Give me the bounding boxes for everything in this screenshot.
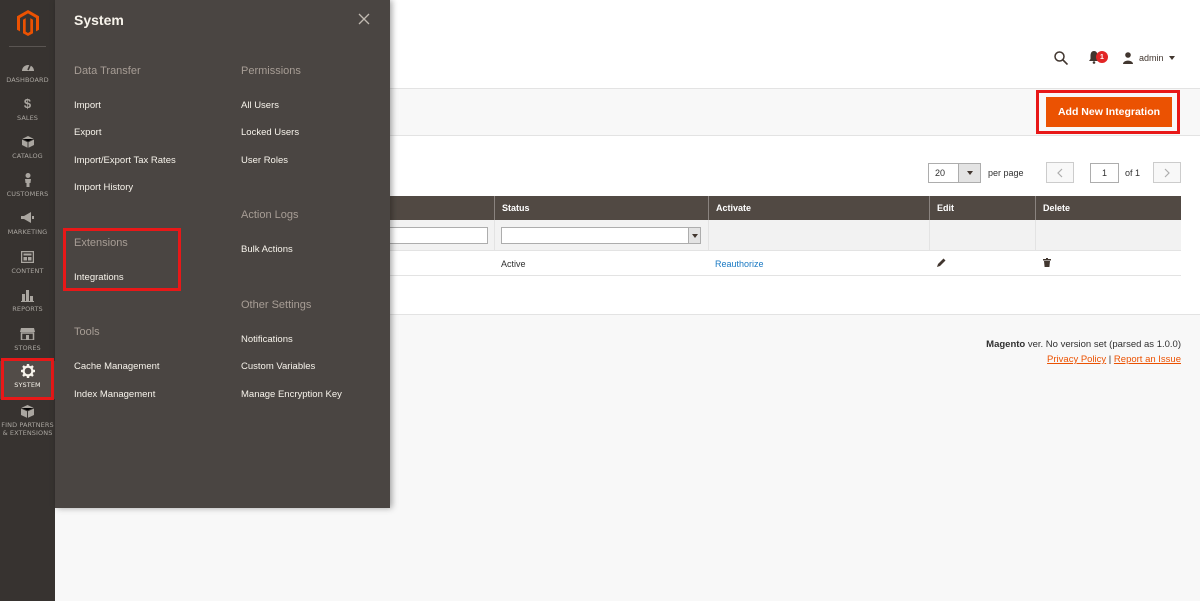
per-page-label: per page [988,168,1024,178]
person-icon [20,173,36,187]
add-new-integration-button[interactable]: Add New Integration [1046,97,1172,127]
user-icon [1123,52,1133,64]
group-title-permissions: Permissions [241,65,301,77]
chevron-right-icon [1164,168,1170,177]
store-icon [20,327,36,341]
user-account-menu[interactable]: admin [1122,50,1175,66]
notifications-count-badge: 1 [1096,51,1108,63]
nav-item-stores[interactable]: STORES [0,324,55,362]
footer-brand: Magento [986,339,1026,350]
nav-item-reports[interactable]: REPORTS [0,285,55,323]
trash-icon [1043,258,1051,267]
footer-version-text: ver. No version set (parsed as 1.0.0) [1025,339,1181,350]
status-filter-select[interactable] [501,227,701,244]
dashboard-icon [20,59,36,73]
menu-item-cache-management[interactable]: Cache Management [74,361,160,372]
menu-item-bulk-actions[interactable]: Bulk Actions [241,244,293,255]
extensions-highlight-box [63,228,181,291]
cube-icon [20,404,36,418]
per-page-select[interactable]: 20 [928,163,981,183]
magento-logo[interactable] [0,0,55,45]
edit-integration-button[interactable] [937,258,946,269]
privacy-policy-link[interactable]: Privacy Policy [1047,354,1106,365]
menu-item-export[interactable]: Export [74,127,101,138]
nav-label: SALES [16,114,39,122]
pencil-icon [937,258,946,267]
caret-down-icon [688,228,700,243]
previous-page-button[interactable] [1046,162,1074,183]
box-icon [20,135,36,149]
footer-separator: | [1106,354,1114,365]
nav-label: MARKETING [7,228,48,236]
menu-item-import-export-tax-rates[interactable]: Import/Export Tax Rates [74,155,176,166]
column-header-activate[interactable]: Activate [708,196,929,220]
global-search-button[interactable] [1054,51,1069,66]
admin-sidebar: DASHBOARD $ SALES CATALOG CUSTOMERS MARK… [0,0,55,601]
caret-down-icon [958,164,980,182]
nav-item-customers[interactable]: CUSTOMERS [0,170,55,208]
column-header-status[interactable]: Status [494,196,708,220]
name-filter-input[interactable] [388,227,488,244]
layout-icon [20,250,36,264]
system-menu-flyout: System Data Transfer Import Export Impor… [55,0,390,508]
nav-label: FIND PARTNERS & EXTENSIONS [1,421,53,437]
flyout-title: System [74,12,124,28]
row-status: Active [501,259,526,269]
menu-item-import[interactable]: Import [74,100,101,111]
user-name: admin [1139,53,1164,63]
magento-logo-icon [16,9,39,36]
per-page-value: 20 [935,168,946,178]
logo-divider [9,46,46,47]
nav-label: REPORTS [12,305,43,313]
nav-label: STORES [14,344,41,352]
megaphone-icon [20,211,36,225]
reauthorize-link[interactable]: Reauthorize [715,259,764,269]
report-issue-link[interactable]: Report an Issue [1114,354,1181,365]
menu-item-notifications[interactable]: Notifications [241,334,293,345]
caret-down-icon [1168,56,1175,60]
delete-integration-button[interactable] [1043,258,1051,269]
search-icon [1054,51,1069,66]
nav-item-sales[interactable]: $ SALES [0,94,55,132]
group-title-other-settings: Other Settings [241,299,312,311]
menu-item-user-roles[interactable]: User Roles [241,155,288,166]
nav-label-line1: FIND PARTNERS [1,421,54,429]
nav-label: CATALOG [12,152,43,160]
menu-item-locked-users[interactable]: Locked Users [241,127,299,138]
close-flyout-button[interactable] [358,12,374,28]
nav-label: DASHBOARD [6,76,49,84]
chevron-left-icon [1057,168,1063,177]
group-title-data-transfer: Data Transfer [74,65,141,77]
nav-item-marketing[interactable]: MARKETING [0,208,55,246]
next-page-button[interactable] [1153,162,1181,183]
dollar-icon: $ [23,96,32,111]
nav-label: CONTENT [11,267,44,275]
nav-item-catalog[interactable]: CATALOG [0,132,55,170]
nav-item-content[interactable]: CONTENT [0,247,55,285]
menu-item-import-history[interactable]: Import History [74,182,133,193]
group-title-action-logs: Action Logs [241,209,299,221]
menu-item-index-management[interactable]: Index Management [74,389,155,400]
column-header-edit[interactable]: Edit [929,196,1035,220]
nav-item-dashboard[interactable]: DASHBOARD [0,56,55,94]
footer-version: Magento ver. No version set (parsed as 1… [940,339,1181,350]
nav-label-line2: & EXTENSIONS [2,429,53,437]
system-highlight-box [1,358,54,400]
group-title-tools: Tools [74,326,100,338]
nav-label: CUSTOMERS [6,190,49,198]
footer-links: Privacy Policy | Report an Issue [940,354,1181,365]
menu-item-manage-encryption-key[interactable]: Manage Encryption Key [241,389,342,400]
bar-chart-icon [20,288,36,302]
menu-item-all-users[interactable]: All Users [241,100,279,111]
current-page-input[interactable]: 1 [1090,163,1119,183]
column-header-delete[interactable]: Delete [1035,196,1181,220]
nav-item-find-partners[interactable]: FIND PARTNERS & EXTENSIONS [0,401,55,441]
total-pages-label: of 1 [1125,168,1141,178]
close-icon [358,13,370,25]
menu-item-custom-variables[interactable]: Custom Variables [241,361,315,372]
